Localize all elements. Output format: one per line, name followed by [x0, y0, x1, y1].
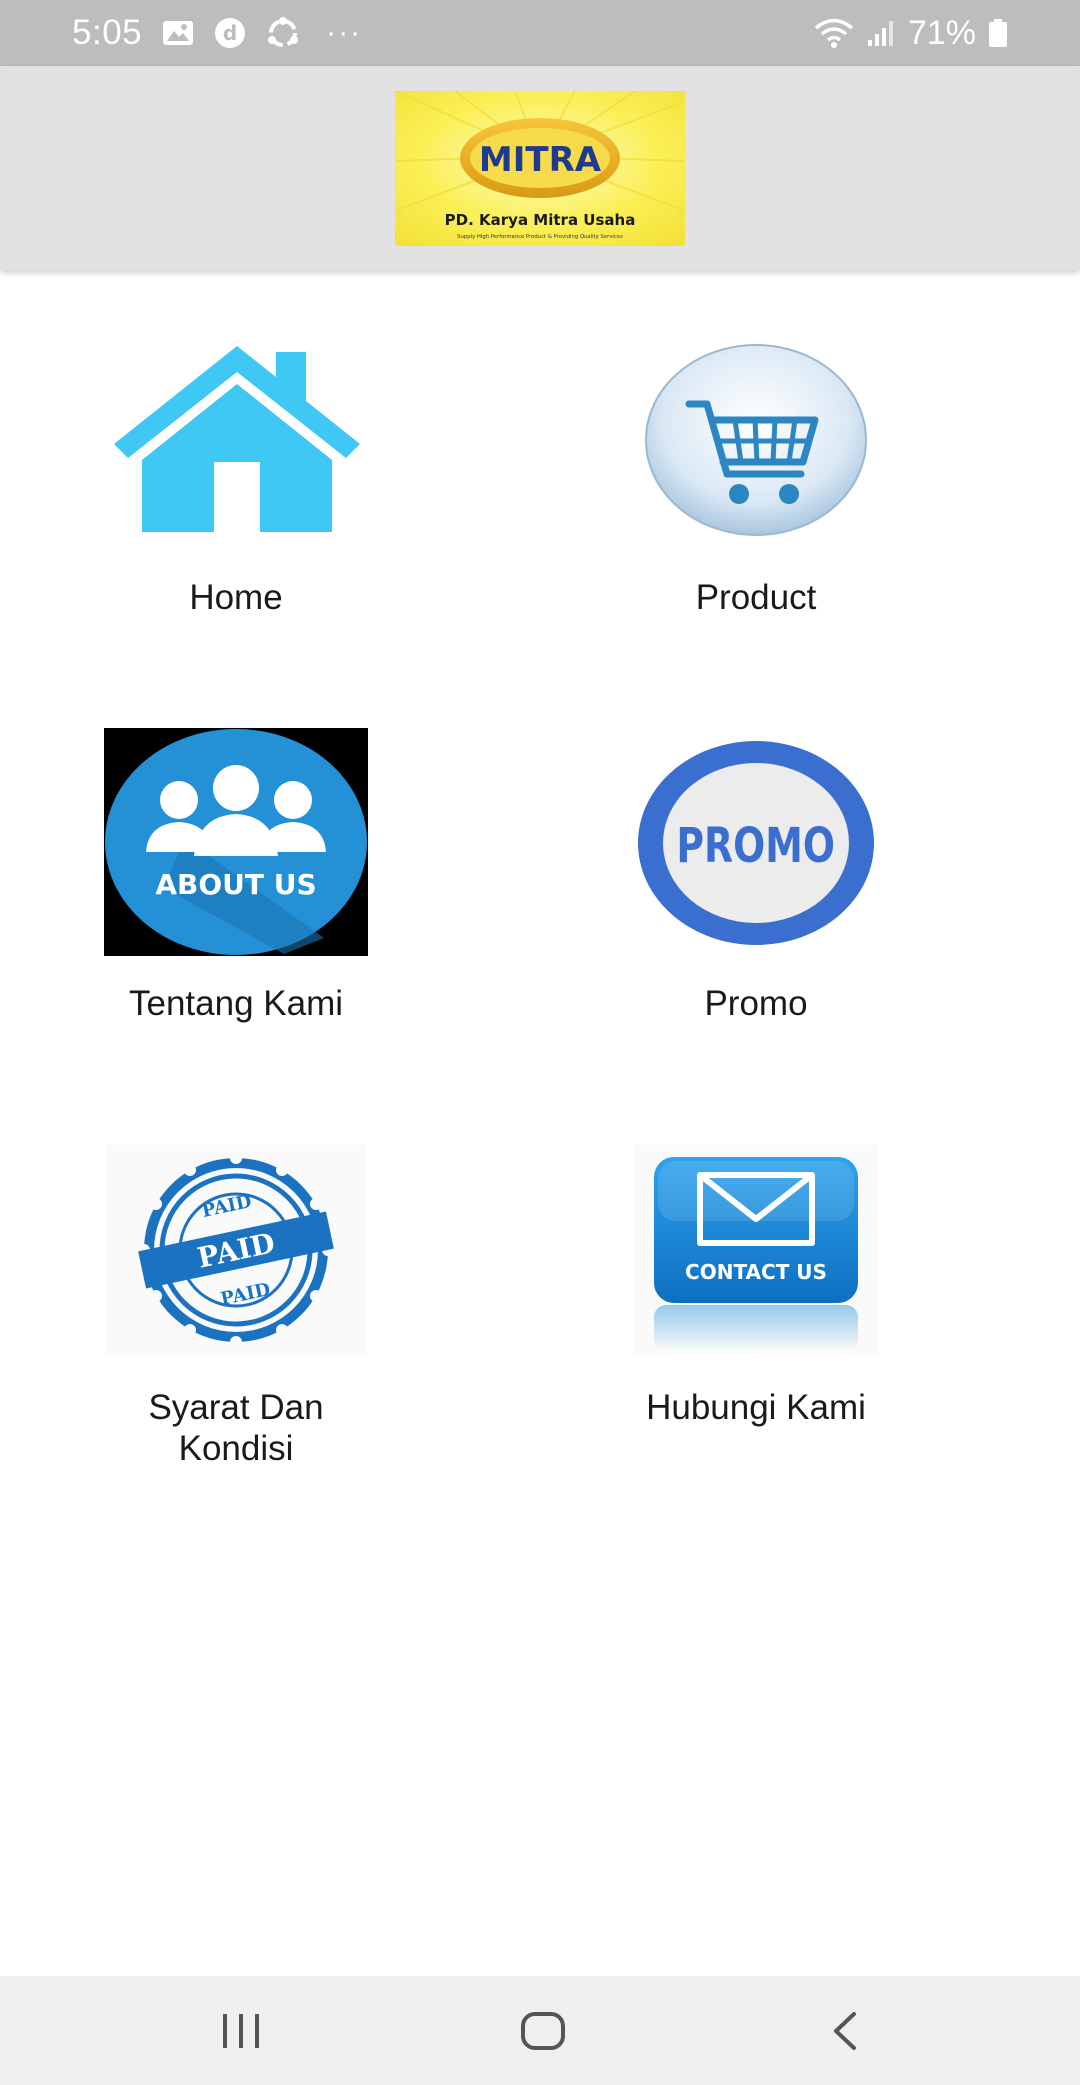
- recent-apps-button[interactable]: [161, 1976, 321, 2085]
- status-bar: 5:05 d ··· 71%: [0, 0, 1080, 66]
- about-us-icon: ABOUT US: [104, 728, 368, 956]
- promo-icon: PROMO: [638, 741, 874, 945]
- svg-text:d: d: [223, 21, 237, 45]
- battery-percent: 71%: [907, 13, 976, 52]
- menu-product[interactable]: Product: [566, 330, 946, 630]
- home-label: Home: [189, 578, 283, 617]
- mitra-logo: MITRA PD. Karya Mitra Usaha Supply High …: [395, 90, 685, 246]
- promo-icon-text: PROMO: [676, 819, 835, 875]
- contact-icon-text: CONTACT US: [685, 1260, 827, 1284]
- menu-home[interactable]: Home: [46, 330, 426, 630]
- d-app-icon: d: [214, 17, 246, 49]
- contact-mail-icon: CONTACT US: [634, 1145, 878, 1355]
- status-right: 71%: [814, 14, 1008, 53]
- about-label: Tentang Kami: [128, 984, 344, 1023]
- shopping-cart-icon: [645, 344, 867, 536]
- battery-icon: [988, 18, 1008, 48]
- logo-tagline-text: Supply High Performance Product & Provid…: [457, 234, 623, 240]
- house-icon: [114, 346, 360, 532]
- about-icon-text: ABOUT US: [155, 868, 316, 901]
- system-nav-bar: [0, 1976, 1080, 2085]
- app-header: MITRA PD. Karya Mitra Usaha Supply High …: [0, 66, 1080, 270]
- paid-stamp-icon: PAID PAID PAID: [106, 1145, 366, 1355]
- back-button[interactable]: [765, 1976, 925, 2085]
- wifi-icon: [814, 17, 854, 49]
- home-nav-button[interactable]: [463, 1976, 623, 2085]
- logo-brand-text: MITRA: [479, 140, 602, 180]
- menu-contact[interactable]: CONTACT US Hubungi Kami: [566, 1135, 946, 1435]
- menu-promo[interactable]: PROMO Promo: [566, 728, 946, 1038]
- logo-company-text: PD. Karya Mitra Usaha: [445, 211, 636, 229]
- home-nav-icon: [521, 2011, 565, 2050]
- status-left: 5:05 d ···: [72, 13, 362, 53]
- terms-label: Syarat Dan Kondisi: [148, 1388, 324, 1468]
- gallery-icon: [162, 19, 194, 47]
- recent-apps-icon: [223, 2013, 259, 2048]
- signal-icon: [866, 18, 896, 48]
- more-dots-icon: ···: [326, 16, 363, 49]
- contact-label: Hubungi Kami: [646, 1388, 866, 1427]
- product-label: Product: [695, 578, 817, 617]
- menu-terms[interactable]: PAID PAID PAID Syarat Dan Kondisi: [46, 1135, 426, 1475]
- promo-label: Promo: [704, 984, 808, 1023]
- status-time: 5:05: [72, 13, 143, 52]
- back-icon: [834, 2011, 856, 2050]
- sync-icon: [266, 16, 300, 50]
- menu-about[interactable]: ABOUT US Tentang Kami: [46, 728, 426, 1038]
